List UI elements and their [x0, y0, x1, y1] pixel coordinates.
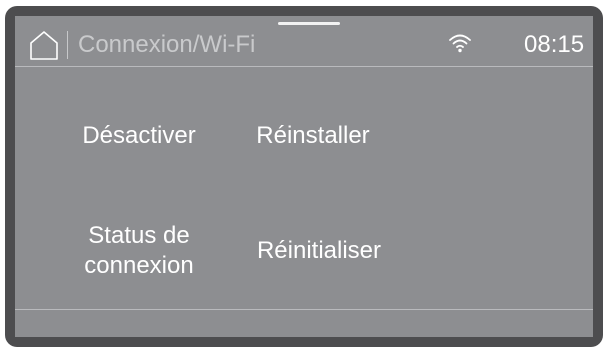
footer-separator	[15, 309, 593, 310]
disable-button[interactable]: Désactiver	[55, 111, 223, 161]
pull-down-handle[interactable]	[278, 22, 340, 25]
clock: 08:15	[524, 31, 585, 58]
device-bezel: Connexion/Wi-Fi 08:15 Désactiver Réinsta…	[5, 6, 603, 347]
home-icon	[30, 31, 58, 60]
touch-screen: Connexion/Wi-Fi 08:15 Désactiver Réinsta…	[15, 16, 593, 337]
reinstall-button-label: Réinstaller	[256, 122, 370, 149]
reset-button-label: Réinitialiser	[256, 237, 382, 264]
header-bar: Connexion/Wi-Fi 08:15	[15, 16, 593, 66]
wifi-icon	[447, 32, 473, 54]
disable-button-label: Désactiver	[82, 122, 196, 149]
reset-button[interactable]: Réinitialiser	[229, 226, 409, 276]
connection-status-label: Status de connexion	[84, 222, 194, 279]
connection-status-button[interactable]: Status de connexion	[55, 216, 223, 286]
header-separator	[15, 66, 593, 67]
header-divider	[67, 31, 68, 59]
page-title: Connexion/Wi-Fi	[78, 31, 256, 58]
home-button[interactable]	[27, 28, 61, 62]
reinstall-button[interactable]: Réinstaller	[229, 111, 397, 161]
